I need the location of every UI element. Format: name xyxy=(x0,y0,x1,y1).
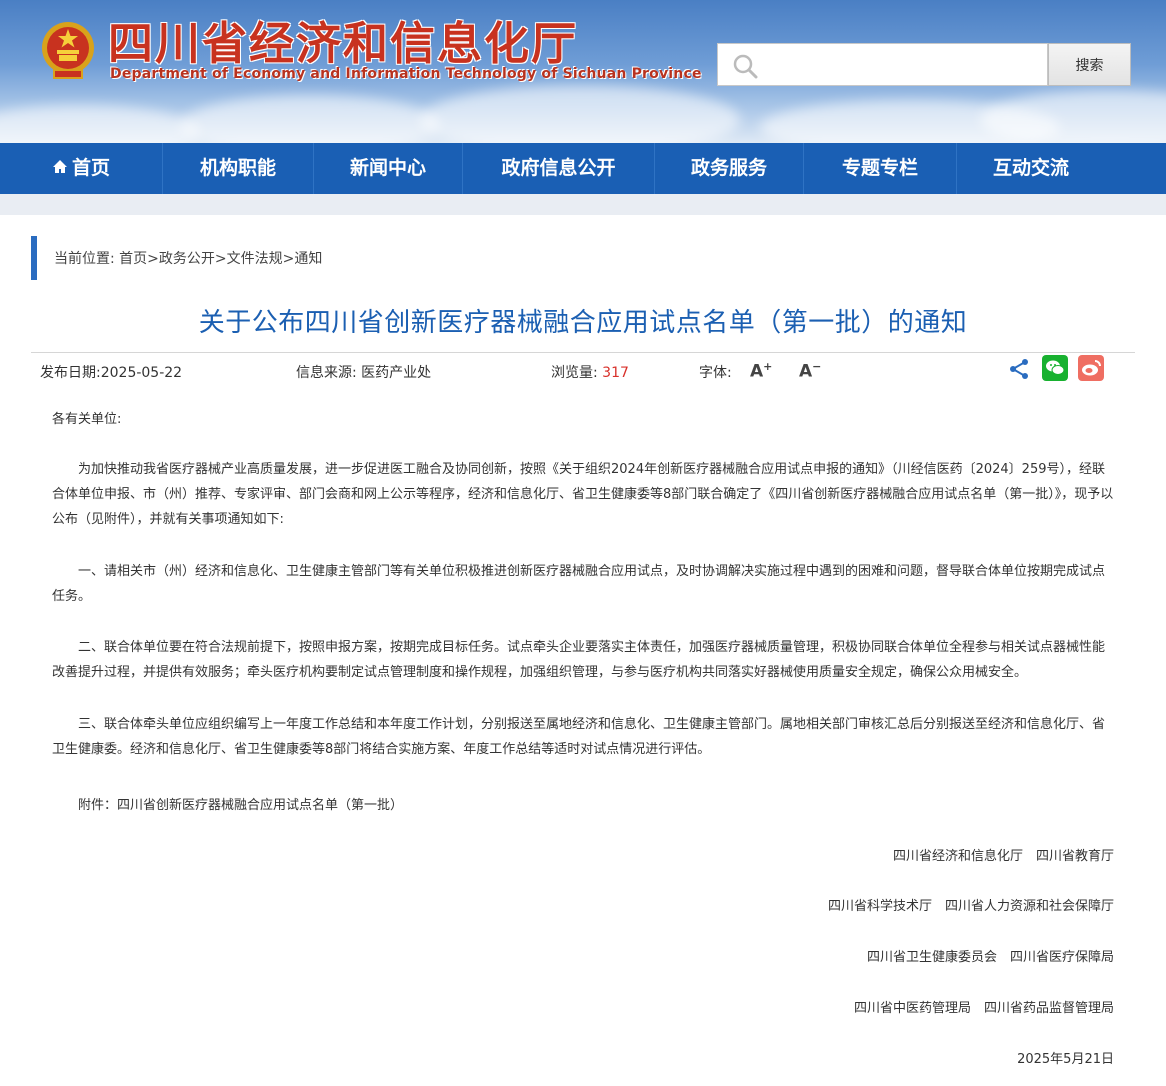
nav-item-news[interactable]: 新闻中心 xyxy=(314,143,463,194)
search-button[interactable]: 搜索 xyxy=(1048,43,1131,86)
nav-item-topics[interactable]: 专题专栏 xyxy=(804,143,957,194)
main-nav: 首页 机构职能 新闻中心 政府信息公开 政务服务 专题专栏 互动交流 xyxy=(0,143,1166,194)
breadcrumb-documents[interactable]: 文件法规 xyxy=(227,251,283,267)
signature-line: 四川省卫生健康委员会 四川省医疗保障局 xyxy=(866,950,1114,965)
paragraph-three: 三、联合体牵头单位应组织编写上一年度工作总结和本年度工作计划，分别报送至属地经济… xyxy=(52,717,1106,757)
breadcrumb-home[interactable]: 首页 xyxy=(119,251,147,267)
paragraph-intro: 为加快推动我省医疗器械产业高质量发展，进一步促进医工融合及协同创新，按照《关于组… xyxy=(52,462,1114,527)
site-title: 四川省经济和信息化厅 xyxy=(108,17,579,70)
breadcrumb-separator: > xyxy=(147,251,159,267)
view-count: 浏览量: 317 xyxy=(551,365,629,381)
share-icon[interactable] xyxy=(1007,357,1031,381)
font-decrease-button[interactable]: A− xyxy=(799,360,821,382)
site-subtitle: Department of Economy and Information Te… xyxy=(110,66,702,82)
breadcrumb-prefix: 当前位置: xyxy=(54,251,120,267)
breadcrumb-gov-open[interactable]: 政务公开 xyxy=(159,251,215,267)
nav-item-home[interactable]: 首页 xyxy=(0,143,163,194)
signature-line: 四川省经济和信息化厅 四川省教育厅 xyxy=(892,849,1114,864)
font-increase-button[interactable]: A+ xyxy=(750,360,772,382)
breadcrumb-marker xyxy=(31,236,37,280)
wechat-icon[interactable] xyxy=(1042,355,1068,381)
nav-divider xyxy=(0,194,1166,215)
paragraph-two: 二、联合体单位要在符合法规前提下，按照申报方案，按期完成目标任务。试点牵头企业要… xyxy=(52,640,1106,680)
national-emblem-icon xyxy=(42,22,94,79)
home-icon xyxy=(52,160,67,173)
info-source: 信息来源: 医药产业处 xyxy=(296,365,432,381)
signature-line: 四川省科学技术厅 四川省人力资源和社会保障厅 xyxy=(827,899,1114,914)
article-title: 关于公布四川省创新医疗器械融合应用试点名单（第一批）的通知 xyxy=(198,308,968,338)
signature-line: 四川省中医药管理局 四川省药品监督管理局 xyxy=(853,1001,1114,1016)
nav-item-organization[interactable]: 机构职能 xyxy=(163,143,314,194)
search-box[interactable] xyxy=(717,43,1048,86)
nav-item-interaction[interactable]: 互动交流 xyxy=(957,143,1105,194)
nav-item-gov-info[interactable]: 政府信息公开 xyxy=(463,143,655,194)
breadcrumb: 当前位置: 首页>政务公开>文件法规>通知 xyxy=(54,248,322,268)
publish-date: 发布日期:2025-05-22 xyxy=(40,365,183,381)
weibo-icon[interactable] xyxy=(1078,355,1104,381)
nav-label: 首页 xyxy=(71,157,110,179)
breadcrumb-separator: > xyxy=(214,251,227,267)
font-size-label: 字体: xyxy=(699,365,732,381)
breadcrumb-notice[interactable]: 通知 xyxy=(294,251,322,267)
sign-date: 2025年5月21日 xyxy=(1017,1052,1114,1067)
nav-item-services[interactable]: 政务服务 xyxy=(655,143,804,194)
breadcrumb-separator: > xyxy=(282,251,295,267)
search-input[interactable] xyxy=(768,52,1038,78)
paragraph-one: 一、请相关市（州）经济和信息化、卫生健康主管部门等有关单位积极推进创新医疗器械融… xyxy=(52,564,1106,604)
greeting: 各有关单位: xyxy=(52,412,122,427)
meta-divider xyxy=(31,352,1135,353)
search-icon xyxy=(733,54,758,79)
attachment-link[interactable]: 附件：四川省创新医疗器械融合应用试点名单（第一批） xyxy=(52,793,1116,818)
site-header: 四川省经济和信息化厅 Department of Economy and Inf… xyxy=(0,0,1166,143)
